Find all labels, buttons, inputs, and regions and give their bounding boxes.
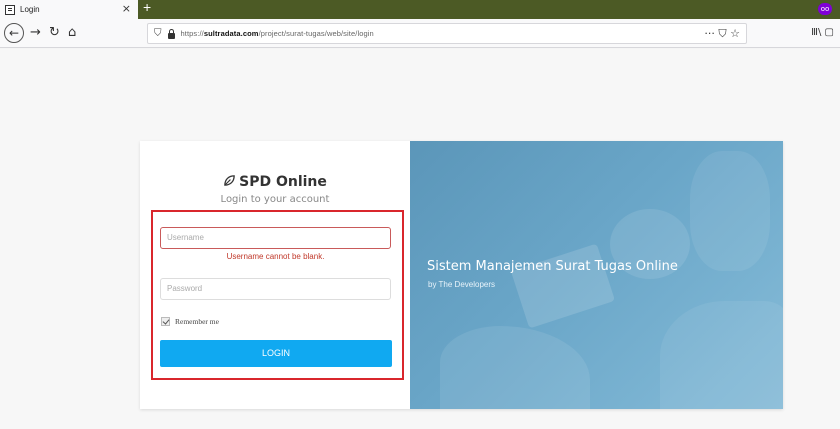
reload-icon[interactable]: ↻ xyxy=(49,23,60,43)
password-input[interactable]: Password xyxy=(160,278,391,300)
login-button[interactable]: LOGIN xyxy=(160,340,392,367)
page-actions-icon[interactable]: ··· ⛉ ☆ xyxy=(704,24,740,43)
hero-decoration xyxy=(690,151,770,271)
new-tab-button[interactable]: + xyxy=(143,0,151,15)
username-error-message: Username cannot be blank. xyxy=(226,252,325,261)
hero-decoration xyxy=(440,326,590,409)
lock-icon[interactable] xyxy=(167,28,175,39)
url-text[interactable]: https://sultradata.com/project/surat-tug… xyxy=(181,29,374,38)
tab-title: Login xyxy=(20,5,40,14)
tab-strip: Login × + oo xyxy=(0,0,840,19)
leaf-icon xyxy=(224,175,235,186)
brand-name: SPD Online xyxy=(239,174,327,190)
page-favicon-icon xyxy=(5,4,15,15)
username-input[interactable]: Username xyxy=(160,227,391,249)
remember-me-checkbox[interactable] xyxy=(161,317,170,326)
page-content: SPD Online Login to your account Usernam… xyxy=(0,49,840,429)
navigation-toolbar: ← → ↻ ⌂ ⛉ https://sultradata.com/project… xyxy=(0,19,840,48)
back-arrow-icon[interactable]: ← xyxy=(4,23,24,43)
hero-title: Sistem Manajemen Surat Tugas Online xyxy=(427,259,678,274)
hero-decoration xyxy=(660,301,783,409)
hero-decoration xyxy=(510,243,616,329)
url-bar[interactable]: ⛉ https://sultradata.com/project/surat-t… xyxy=(147,23,747,44)
login-card: SPD Online Login to your account Usernam… xyxy=(140,141,783,409)
tab-close-icon[interactable]: × xyxy=(122,2,131,15)
remember-me-row[interactable]: Remember me xyxy=(161,317,219,326)
remember-me-label[interactable]: Remember me xyxy=(175,317,219,326)
login-form-pane: SPD Online Login to your account Usernam… xyxy=(140,141,410,409)
brand-title: SPD Online xyxy=(140,174,410,190)
hero-panel: Sistem Manajemen Surat Tugas Online by T… xyxy=(410,141,783,409)
forward-arrow-icon[interactable]: → xyxy=(30,23,41,43)
library-sidebar-icon[interactable]: Ⅲ\ ▢ xyxy=(811,27,834,38)
login-subtitle: Login to your account xyxy=(220,194,330,205)
browser-tab[interactable]: Login × xyxy=(0,0,138,19)
home-icon[interactable]: ⌂ xyxy=(68,23,76,43)
hero-subtitle: by The Developers xyxy=(428,280,495,289)
private-mask-icon[interactable]: oo xyxy=(818,3,832,15)
tracking-shield-icon[interactable]: ⛉ xyxy=(154,28,162,39)
